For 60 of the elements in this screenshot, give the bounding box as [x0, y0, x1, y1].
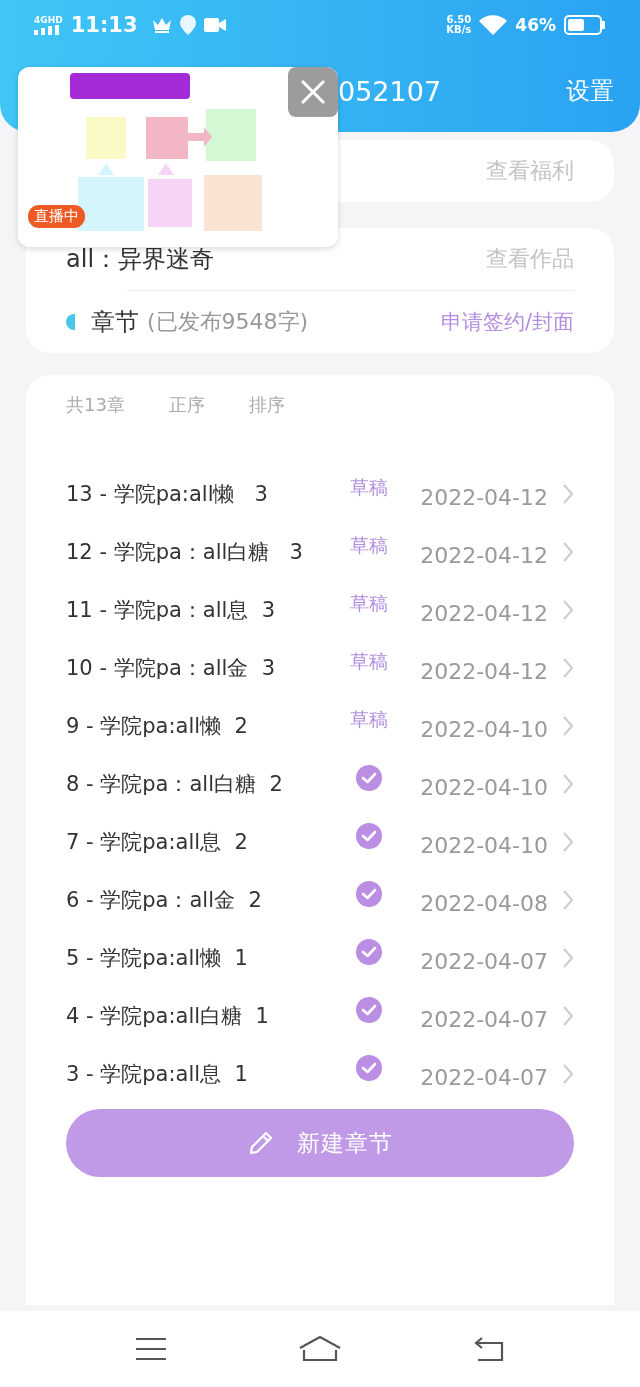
- battery-percent: 46%: [515, 15, 556, 35]
- chapter-date: 2022-04-10: [419, 774, 548, 800]
- draft-tag: 草稿: [344, 707, 394, 733]
- chapter-date: 2022-04-07: [419, 1006, 548, 1032]
- close-button[interactable]: [288, 67, 338, 117]
- chevron-right-icon[interactable]: [562, 831, 574, 853]
- chapter-date: 2022-04-12: [419, 600, 548, 626]
- chapter-title[interactable]: 10 - 学院pa：all金 3: [66, 654, 344, 682]
- draft-tag: 草稿: [344, 591, 394, 617]
- chapter-title[interactable]: 3 - 学院pa:all息 1: [66, 1060, 344, 1088]
- section-title: 章节: [91, 307, 139, 338]
- chevron-right-icon[interactable]: [562, 657, 574, 679]
- back-icon[interactable]: [473, 1336, 504, 1362]
- chapter-title[interactable]: 8 - 学院pa：all白糖 2: [66, 770, 344, 798]
- chapter-title[interactable]: 4 - 学院pa:all白糖 1: [66, 1002, 344, 1030]
- chevron-right-icon[interactable]: [562, 541, 574, 563]
- word-count: (已发布9548字): [147, 308, 310, 336]
- chapter-title[interactable]: 13 - 学院pa:all懒 3: [66, 480, 344, 508]
- live-badge: 直播中: [28, 205, 85, 228]
- status-time: 11:13: [70, 13, 138, 37]
- video-camera-icon: [203, 18, 226, 32]
- chapter-date: 2022-04-12: [419, 658, 548, 684]
- network-speed: 6.50 KB/s: [446, 14, 472, 36]
- draft-tag: 草稿: [344, 649, 394, 675]
- battery-icon: [564, 15, 606, 35]
- crown-icon: [151, 17, 172, 33]
- chevron-right-icon[interactable]: [562, 889, 574, 911]
- chapter-title[interactable]: 7 - 学院pa:all息 2: [66, 828, 344, 856]
- chevron-right-icon[interactable]: [562, 1005, 574, 1027]
- chapter-title[interactable]: 6 - 学院pa：all金 2: [66, 886, 344, 914]
- chapter-total: 共13章: [66, 393, 125, 417]
- work-title: all：异界迷奇: [66, 244, 216, 275]
- page-title: 052107: [338, 75, 443, 107]
- chapter-title[interactable]: 9 - 学院pa:all懒 2: [66, 712, 344, 740]
- section-marker-icon: [66, 314, 75, 330]
- network-indicator: 4GHD: [34, 15, 63, 35]
- chapter-date: 2022-04-10: [419, 832, 548, 858]
- chevron-right-icon[interactable]: [562, 1063, 574, 1085]
- chevron-right-icon[interactable]: [562, 483, 574, 505]
- wifi-icon: [479, 15, 508, 35]
- location-icon: [179, 15, 196, 35]
- home-icon[interactable]: [299, 1336, 341, 1362]
- pencil-icon: [247, 1129, 275, 1157]
- chapter-date: 2022-04-12: [419, 484, 548, 510]
- chapter-date: 2022-04-07: [419, 948, 548, 974]
- chevron-right-icon[interactable]: [562, 599, 574, 621]
- chapter-date: 2022-04-08: [419, 890, 548, 916]
- chapter-title[interactable]: 12 - 学院pa：all白糖 3: [66, 538, 344, 566]
- chapter-date: 2022-04-12: [419, 542, 548, 568]
- close-icon: [300, 79, 326, 105]
- chevron-right-icon[interactable]: [562, 947, 574, 969]
- chapter-date: 2022-04-07: [419, 1064, 548, 1090]
- chevron-right-icon[interactable]: [562, 773, 574, 795]
- chevron-right-icon[interactable]: [562, 715, 574, 737]
- menu-icon[interactable]: [136, 1337, 167, 1361]
- chapter-title[interactable]: 5 - 学院pa:all懒 1: [66, 944, 344, 972]
- draft-tag: 草稿: [344, 475, 394, 501]
- chapter-title[interactable]: 11 - 学院pa：all息 3: [66, 596, 344, 624]
- draft-tag: 草稿: [344, 533, 394, 559]
- chapter-date: 2022-04-10: [419, 716, 548, 742]
